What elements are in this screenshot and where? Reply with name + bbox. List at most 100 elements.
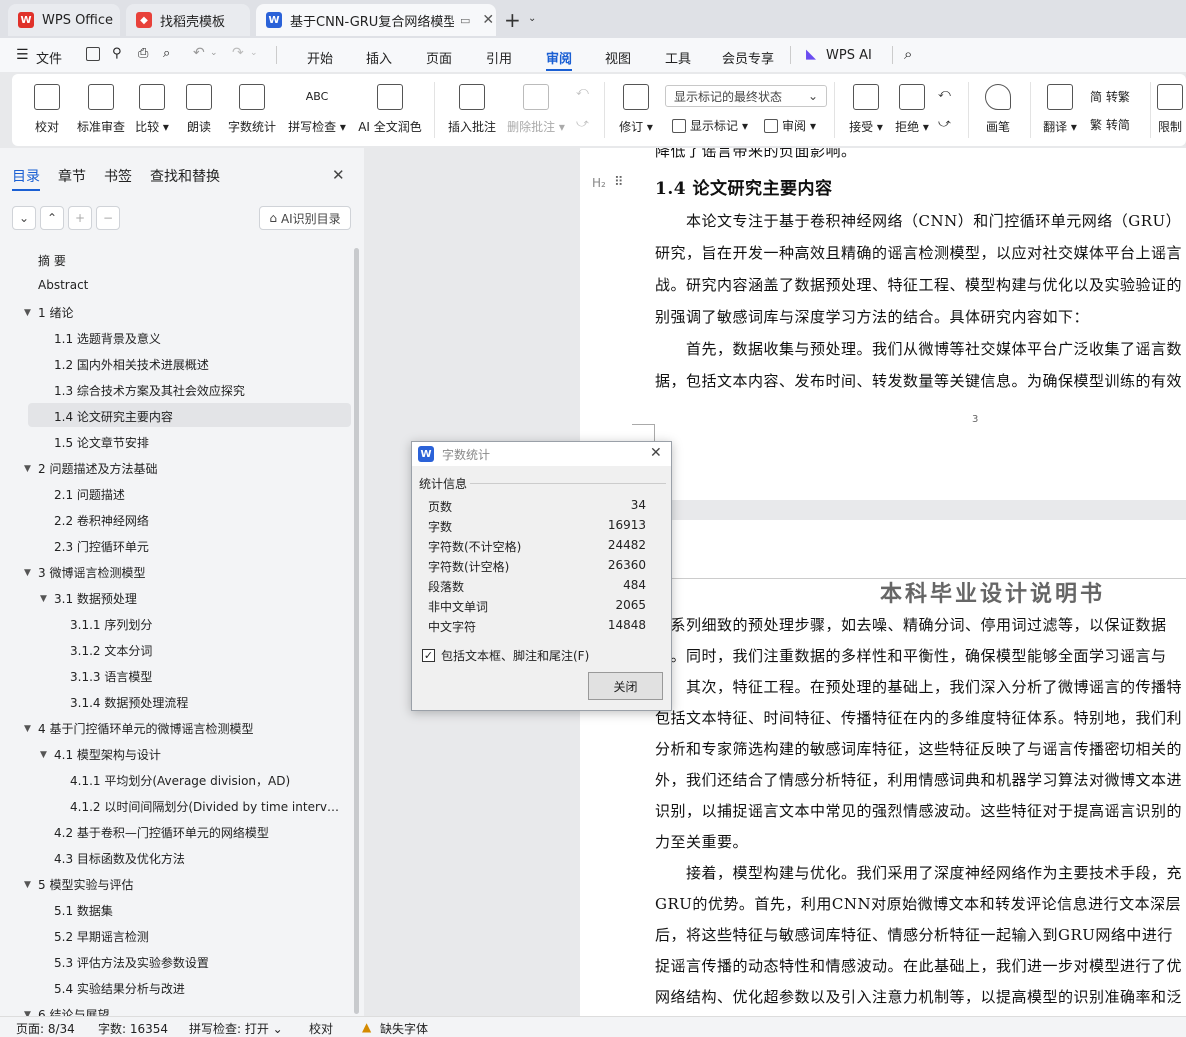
reject-button[interactable]: 拒绝 ▾ xyxy=(892,74,932,146)
print-preview-icon[interactable]: ⌕ xyxy=(163,46,170,61)
expand-triangle-icon[interactable]: ▼ xyxy=(40,750,47,760)
tab-current-document[interactable]: W 基于CNN-GRU复合网络模型 ▭ ✕ xyxy=(256,4,496,36)
toc-item[interactable]: 4.2 基于卷积—门控循环单元的网络模型 xyxy=(54,824,269,841)
standard-review-button[interactable]: 标准审查 xyxy=(74,74,128,146)
to-traditional-button[interactable]: 简 转繁 xyxy=(1090,88,1130,105)
tab-chapters[interactable]: 章节 xyxy=(58,166,86,186)
restrict-button[interactable]: 限制 xyxy=(1156,74,1184,146)
toc-item[interactable]: 4.1.1 平均划分(Average division，AD) xyxy=(70,772,290,789)
close-pane-icon[interactable]: ✕ xyxy=(332,166,345,184)
toc-item[interactable]: 2.2 卷积神经网络 xyxy=(54,512,149,529)
toc-item[interactable]: 4.1.2 以时间间隔划分(Divided by time interv… xyxy=(70,798,339,815)
dialog-titlebar[interactable]: W 字数统计 ✕ xyxy=(412,442,671,466)
close-tab-icon[interactable]: ✕ xyxy=(482,12,494,28)
toc-item[interactable]: 5.3 评估方法及实验参数设置 xyxy=(54,954,209,971)
expand-triangle-icon[interactable]: ▼ xyxy=(24,308,31,318)
show-markup-button[interactable]: 显示标记 ▾ xyxy=(672,117,748,134)
share-icon[interactable]: ⚲ xyxy=(112,46,122,61)
toc-item[interactable]: 2.1 问题描述 xyxy=(54,486,125,503)
track-changes-button[interactable]: 修订 ▾ xyxy=(616,74,656,146)
pen-button[interactable]: 画笔 xyxy=(982,74,1014,146)
menu-tools[interactable]: 工具 xyxy=(665,48,691,67)
toc-item[interactable]: 5.2 早期谣言检测 xyxy=(54,928,149,945)
menu-insert[interactable]: 插入 xyxy=(366,48,392,67)
toc-item[interactable]: 1.2 国内外相关技术进展概述 xyxy=(54,356,209,373)
dialog-close-button[interactable]: 关闭 xyxy=(588,672,663,700)
next-comment-icon[interactable]: ⤻ xyxy=(576,116,589,131)
previous-comment-icon[interactable]: ⤺ xyxy=(576,84,589,99)
toc-item[interactable]: 5.1 数据集 xyxy=(54,902,113,919)
menu-page[interactable]: 页面 xyxy=(426,48,452,67)
expand-triangle-icon[interactable]: ▼ xyxy=(24,464,31,474)
toc-item[interactable]: Abstract xyxy=(38,278,88,292)
missing-font-indicator[interactable]: 缺失字体 xyxy=(380,1020,428,1037)
accept-button[interactable]: 接受 ▾ xyxy=(846,74,886,146)
drag-handle-icon[interactable]: ⠿ xyxy=(614,175,624,190)
toc-item[interactable]: 3.1.2 文本分词 xyxy=(70,642,152,659)
translate-button[interactable]: 翻译 ▾ xyxy=(1040,74,1080,146)
compare-button[interactable]: 比较 ▾ xyxy=(134,74,170,146)
proofread-indicator[interactable]: 校对 xyxy=(309,1020,333,1037)
monitor-icon[interactable]: ▭ xyxy=(460,14,470,27)
include-textboxes-checkbox[interactable]: ✓ 包括文本框、脚注和尾注(F) xyxy=(422,647,589,664)
page-indicator[interactable]: 页面: 8/34 xyxy=(16,1020,75,1037)
toc-item[interactable]: ▼ 4.1 模型架构与设计 xyxy=(40,746,161,763)
add-heading-button[interactable]: + xyxy=(68,206,92,230)
toc-item[interactable]: 1.4 论文研究主要内容 xyxy=(54,408,173,425)
menu-file[interactable]: 文件 xyxy=(36,48,62,67)
hamburger-icon[interactable]: ☰ xyxy=(16,47,29,63)
ai-toc-button[interactable]: ⌂ AI识别目录 xyxy=(259,206,351,230)
word-count-button[interactable]: 字数统计 xyxy=(226,74,278,146)
expand-triangle-icon[interactable]: ▼ xyxy=(40,594,47,604)
menu-view[interactable]: 视图 xyxy=(605,48,631,67)
menu-references[interactable]: 引用 xyxy=(486,48,512,67)
expand-triangle-icon[interactable]: ▼ xyxy=(24,880,31,890)
toc-item[interactable]: 4.3 目标函数及优化方法 xyxy=(54,850,185,867)
expand-button[interactable]: ⌃ xyxy=(40,206,64,230)
tab-wps-office[interactable]: W WPS Office xyxy=(8,4,120,36)
toc-item[interactable]: ▼ 5 模型实验与评估 xyxy=(24,876,133,893)
toc-item[interactable]: ▼ 4 基于门控循环单元的微博谣言检测模型 xyxy=(24,720,253,737)
expand-triangle-icon[interactable]: ▼ xyxy=(24,724,31,734)
review-pane-button[interactable]: 审阅 ▾ xyxy=(764,117,816,134)
undo-dropdown-icon[interactable]: ⌄ xyxy=(210,48,218,58)
toc-item[interactable]: 2.3 门控循环单元 xyxy=(54,538,149,555)
next-change-icon[interactable]: ⤻ xyxy=(938,116,951,131)
toc-item[interactable]: 3.1.4 数据预处理流程 xyxy=(70,694,188,711)
to-simplified-button[interactable]: 繁 转简 xyxy=(1090,116,1130,133)
proofread-button[interactable]: 校对 xyxy=(32,74,62,146)
collapse-all-button[interactable]: ⌄ xyxy=(12,206,36,230)
read-aloud-button[interactable]: 朗读 xyxy=(184,74,214,146)
remove-heading-button[interactable]: − xyxy=(96,206,120,230)
new-tab-icon[interactable]: + xyxy=(504,8,521,32)
redo-dropdown-icon[interactable]: ⌄ xyxy=(250,48,258,58)
toc-item[interactable]: ▼ 3.1 数据预处理 xyxy=(40,590,137,607)
redo-icon[interactable]: ↷ xyxy=(232,45,244,61)
toc-item[interactable]: ▼ 2 问题描述及方法基础 xyxy=(24,460,157,477)
undo-icon[interactable]: ↶ xyxy=(193,45,205,61)
tab-toc[interactable]: 目录 xyxy=(12,166,40,191)
toc-item[interactable]: 3.1.3 语言模型 xyxy=(70,668,152,685)
previous-change-icon[interactable]: ⤺ xyxy=(938,86,951,101)
insert-comment-button[interactable]: 插入批注 xyxy=(446,74,498,146)
word-count-indicator[interactable]: 字数: 16354 xyxy=(98,1020,168,1037)
toc-item[interactable]: ▼ 1 绪论 xyxy=(24,304,73,321)
markup-state-select[interactable]: 显示标记的最终状态 ⌄ xyxy=(665,85,827,107)
toc-item[interactable]: 摘 要 xyxy=(38,252,66,269)
chevron-down-icon[interactable]: ⌄ xyxy=(528,13,536,24)
toc-item[interactable]: 5.4 实验结果分析与改进 xyxy=(54,980,185,997)
menu-wps-ai[interactable]: WPS AI xyxy=(826,48,872,63)
ai-polish-button[interactable]: AI 全文润色 xyxy=(356,74,424,146)
dialog-close-icon[interactable]: ✕ xyxy=(650,445,662,461)
toc-item[interactable]: 1.3 综合技术方案及其社会效应探究 xyxy=(54,382,245,399)
tab-find-replace[interactable]: 查找和替换 xyxy=(150,166,220,186)
tab-bookmarks[interactable]: 书签 xyxy=(104,166,132,186)
toc-item[interactable]: 1.1 选题背景及意义 xyxy=(54,330,161,347)
menu-start[interactable]: 开始 xyxy=(307,48,333,67)
delete-comment-button[interactable]: 删除批注 ▾ xyxy=(506,74,566,146)
tab-docer-templates[interactable]: ◆ 找稻壳模板 xyxy=(126,4,250,36)
print-icon[interactable]: ⎙ xyxy=(138,46,148,61)
save-icon[interactable] xyxy=(86,47,100,61)
toc-item[interactable]: 1.5 论文章节安排 xyxy=(54,434,149,451)
search-icon[interactable]: ⌕ xyxy=(904,45,912,63)
